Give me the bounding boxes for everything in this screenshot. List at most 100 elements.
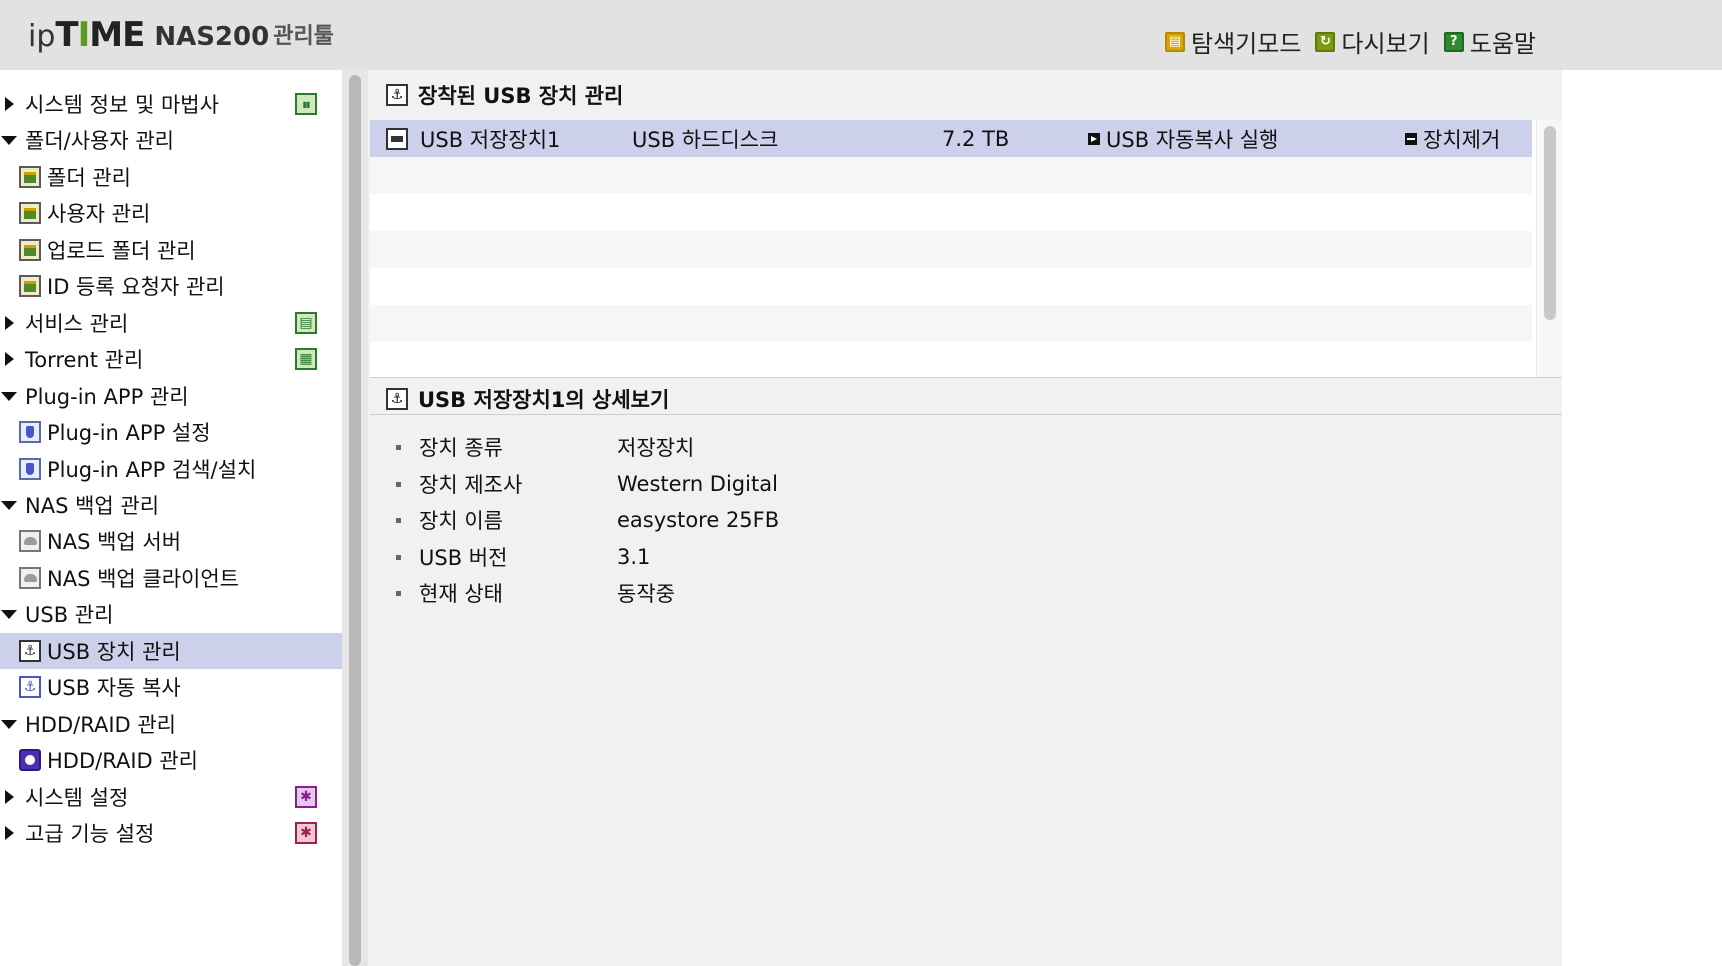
sidebar-item-system-settings[interactable]: 시스템 설정 — [0, 779, 342, 815]
detail-header: ⚓ USB 저장장치1의 상세보기 — [386, 386, 669, 412]
sidebar-item-label: 고급 기능 설정 — [25, 822, 155, 846]
sidebar-item-system-info[interactable]: 시스템 정보 및 마법사 — [0, 86, 342, 122]
detail-value: easystore 25FB — [617, 508, 780, 532]
expand-right-icon — [5, 826, 14, 840]
mounted-devices-header: ⚓ 장착된 USB 장치 관리 — [386, 82, 623, 108]
sidebar-item-label: NAS 백업 클라이언트 — [47, 567, 239, 591]
sidebar-nav: 시스템 정보 및 마법사 폴더/사용자 관리 폴더 관리 사용자 관리 업로드 … — [0, 70, 342, 966]
device-name-cell: USB 저장장치1 — [386, 120, 560, 157]
sidebar-item-label: ID 등록 요청자 관리 — [47, 275, 225, 299]
sidebar-item-backup-server[interactable]: NAS 백업 서버 — [0, 523, 342, 559]
splitter-handle[interactable] — [349, 75, 361, 966]
detail-value: 저장장치 — [617, 436, 695, 460]
folder-icon — [19, 239, 41, 261]
detail-row: 장치 제조사 Western Digital — [396, 469, 778, 499]
device-row[interactable]: USB 저장장치1 USB 하드디스크 7.2 TB USB 자동복사 실행 장… — [370, 120, 1532, 157]
detail-value: Western Digital — [617, 472, 778, 496]
sidebar-item-label: Plug-in APP 설정 — [47, 421, 211, 445]
logo-tool: 관리툴 — [273, 24, 334, 49]
sidebar-item-label: Plug-in APP 검색/설치 — [47, 458, 257, 482]
device-size: 7.2 TB — [942, 126, 1010, 151]
sidebar-item-label: 시스템 설정 — [25, 786, 129, 810]
device-type: USB 하드디스크 — [632, 127, 779, 152]
cloud-icon — [19, 530, 41, 552]
empty-row — [370, 231, 1532, 268]
sidebar-item-label: 사용자 관리 — [47, 202, 151, 226]
expand-down-icon — [1, 609, 17, 619]
detail-key: 장치 이름 — [419, 509, 503, 533]
explorer-mode-icon: ▤ — [1165, 31, 1186, 52]
detail-row: 현재 상태 동작중 — [396, 578, 675, 608]
sidebar-item-label: USB 장치 관리 — [47, 640, 181, 664]
scrollbar-thumb[interactable] — [1544, 126, 1556, 320]
sidebar-item-plugin-install[interactable]: Plug-in APP 검색/설치 — [0, 451, 342, 487]
storage-device-icon — [386, 127, 408, 150]
sidebar-item-label: USB 자동 복사 — [47, 676, 181, 700]
sidebar-item-label: HDD/RAID 관리 — [47, 749, 198, 773]
settings-icon — [295, 786, 317, 808]
mounted-devices-title: 장착된 USB 장치 관리 — [418, 84, 624, 108]
top-header: ip T I ME NAS200 관리툴 ▤ 탐색기모드 ↻ 다시보기 ? 도움말 — [0, 0, 1722, 70]
advanced-settings-icon — [295, 822, 317, 844]
device-name: USB 저장장치1 — [420, 127, 561, 152]
detail-value: 3.1 — [617, 545, 651, 569]
explorer-mode-link[interactable]: ▤ 탐색기모드 — [1165, 24, 1301, 59]
refresh-icon: ↻ — [1315, 31, 1336, 52]
folder-icon — [19, 202, 41, 224]
empty-row — [370, 305, 1532, 342]
expand-right-icon — [5, 790, 14, 804]
iptime-logo: ip T I ME NAS200 관리툴 — [28, 14, 334, 54]
expand-right-icon — [5, 97, 14, 111]
sidebar-item-usb-auto-copy[interactable]: USB 자동 복사 — [0, 669, 342, 705]
sidebar-item-user-manage[interactable]: 사용자 관리 — [0, 195, 342, 231]
detail-key: USB 버전 — [419, 546, 508, 570]
sidebar-item-id-requests[interactable]: ID 등록 요청자 관리 — [0, 268, 342, 304]
usb-icon — [19, 640, 41, 662]
sidebar-item-folder-user[interactable]: 폴더/사용자 관리 — [0, 122, 342, 158]
sidebar-item-usb-device-manage[interactable]: USB 장치 관리 — [0, 633, 342, 669]
sidebar-item-label: 업로드 폴더 관리 — [47, 239, 196, 263]
refresh-link[interactable]: ↻ 다시보기 — [1315, 24, 1430, 59]
header-links: ▤ 탐색기모드 ↻ 다시보기 ? 도움말 — [1165, 24, 1536, 59]
plugin-icon — [19, 458, 41, 480]
sidebar-item-plugin-app[interactable]: Plug-in APP 관리 — [0, 378, 342, 414]
remove-device-label: 장치제거 — [1423, 127, 1501, 152]
sidebar-item-hdd-raid[interactable]: HDD/RAID 관리 — [0, 706, 342, 742]
expand-down-icon — [1, 719, 17, 729]
usb-icon: ⚓ — [386, 388, 408, 410]
remove-device-button[interactable]: 장치제거 — [1405, 120, 1500, 157]
refresh-label: 다시보기 — [1341, 30, 1430, 58]
detail-row: 장치 이름 easystore 25FB — [396, 505, 779, 535]
sidebar-item-hdd-raid-manage[interactable]: HDD/RAID 관리 — [0, 742, 342, 778]
logo-time-t: T — [55, 15, 78, 55]
sidebar-item-folder-manage[interactable]: 폴더 관리 — [0, 159, 342, 195]
cloud-icon — [19, 567, 41, 589]
sidebar-item-label: 폴더/사용자 관리 — [25, 129, 174, 153]
sidebar-item-advanced-settings[interactable]: 고급 기능 설정 — [0, 815, 342, 851]
bullet-icon — [396, 590, 401, 596]
sidebar-item-plugin-settings[interactable]: Plug-in APP 설정 — [0, 414, 342, 450]
sidebar-item-backup-client[interactable]: NAS 백업 클라이언트 — [0, 560, 342, 596]
help-link[interactable]: ? 도움말 — [1443, 24, 1536, 59]
sidebar-item-upload-folder[interactable]: 업로드 폴더 관리 — [0, 232, 342, 268]
sidebar-item-label: 폴더 관리 — [47, 166, 131, 190]
panel-splitter[interactable] — [342, 70, 368, 966]
bullet-icon — [396, 554, 401, 560]
sidebar-item-torrent[interactable]: Torrent 관리 — [0, 341, 342, 377]
detail-value: 동작중 — [617, 582, 675, 606]
bullet-icon — [396, 481, 401, 487]
logo-time: T I ME — [55, 15, 145, 55]
sidebar-item-usb[interactable]: USB 관리 — [0, 596, 342, 632]
torrent-icon — [295, 348, 317, 370]
sidebar-item-services[interactable]: 서비스 관리 — [0, 305, 342, 341]
folder-icon — [19, 275, 41, 297]
plugin-icon — [19, 421, 41, 443]
detail-key: 장치 종류 — [419, 436, 503, 460]
empty-row — [370, 157, 1532, 194]
auto-copy-run-button[interactable]: USB 자동복사 실행 — [1088, 120, 1278, 157]
detail-key: 현재 상태 — [419, 582, 503, 606]
empty-row — [370, 342, 1532, 379]
sidebar-item-label: NAS 백업 관리 — [25, 494, 160, 518]
device-list-scrollbar[interactable] — [1536, 120, 1562, 377]
sidebar-item-nas-backup[interactable]: NAS 백업 관리 — [0, 487, 342, 523]
